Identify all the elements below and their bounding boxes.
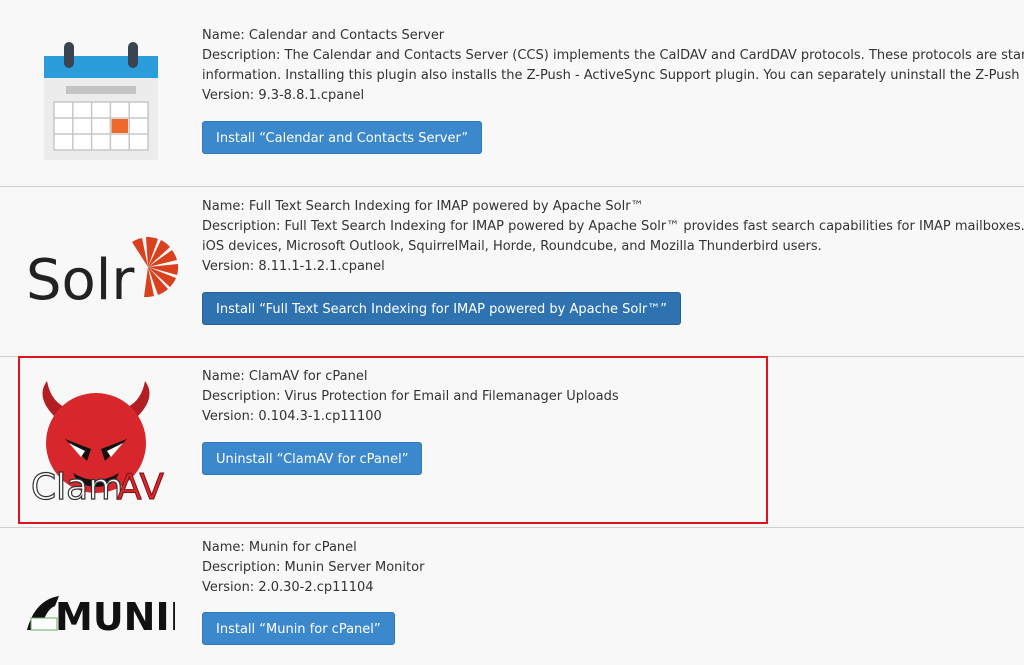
plugin-description: Description: Munin Server Monitor [202,560,425,575]
plugin-description: Description: The Calendar and Contacts S… [202,48,1024,63]
plugin-name: Name: Calendar and Contacts Server [202,28,445,43]
plugin-version: Version: 8.11.1-1.2.1.cpanel [202,259,385,274]
plugin-version: Version: 9.3-8.8.1.cpanel [202,88,365,103]
plugin-description: Description: Virus Protection for Email … [202,389,619,404]
plugin-version: Version: 2.0.30-2.cp11104 [202,580,374,595]
plugin-info: Name: Munin for cPanel Description: Muni… [202,538,1024,645]
plugin-info: Name: ClamAV for cPanel Description: Vir… [202,367,1024,475]
install-solr-button[interactable]: Install “Full Text Search Indexing for I… [202,292,682,325]
plugin-info: Name: Calendar and Contacts Server Descr… [202,26,1024,154]
clamav-logo-text-av: AV [117,467,164,503]
plugin-name: Name: Munin for cPanel [202,540,357,555]
install-calendar-button[interactable]: Install “Calendar and Contacts Server” [202,121,483,154]
clamav-logo-text: Clam [31,467,123,503]
plugin-description-continued: iOS devices, Microsoft Outlook, Squirrel… [202,239,822,254]
plugin-row-clamav: Clam AV Name: ClamAV for cPanel Descript… [0,357,1024,527]
plugin-info: Name: Full Text Search Indexing for IMAP… [202,197,1024,325]
plugin-name: Name: ClamAV for cPanel [202,369,368,384]
plugin-row-munin: MUNIN Name: Munin for cPanel Description… [0,528,1024,665]
plugin-description: Description: Full Text Search Indexing f… [202,219,1024,234]
plugin-row-solr: Solr Name: Full Text Search Indexing for… [0,187,1024,356]
munin-logo: MUNIN [20,588,180,636]
plugin-name: Name: Full Text Search Indexing for IMAP… [202,199,644,214]
clamav-logo: Clam AV [20,377,180,503]
calendar-icon [20,32,180,162]
solr-logo: Solr [20,227,180,317]
plugin-description-continued: information. Installing this plugin also… [202,68,1024,83]
uninstall-clamav-button[interactable]: Uninstall “ClamAV for cPanel” [202,442,423,475]
plugin-row-calendar: Name: Calendar and Contacts Server Descr… [0,0,1024,186]
install-munin-button[interactable]: Install “Munin for cPanel” [202,612,395,645]
solr-logo-text: Solr [26,248,135,313]
plugin-version: Version: 0.104.3-1.cp11100 [202,409,382,424]
munin-logo-text: MUNIN [55,595,175,636]
